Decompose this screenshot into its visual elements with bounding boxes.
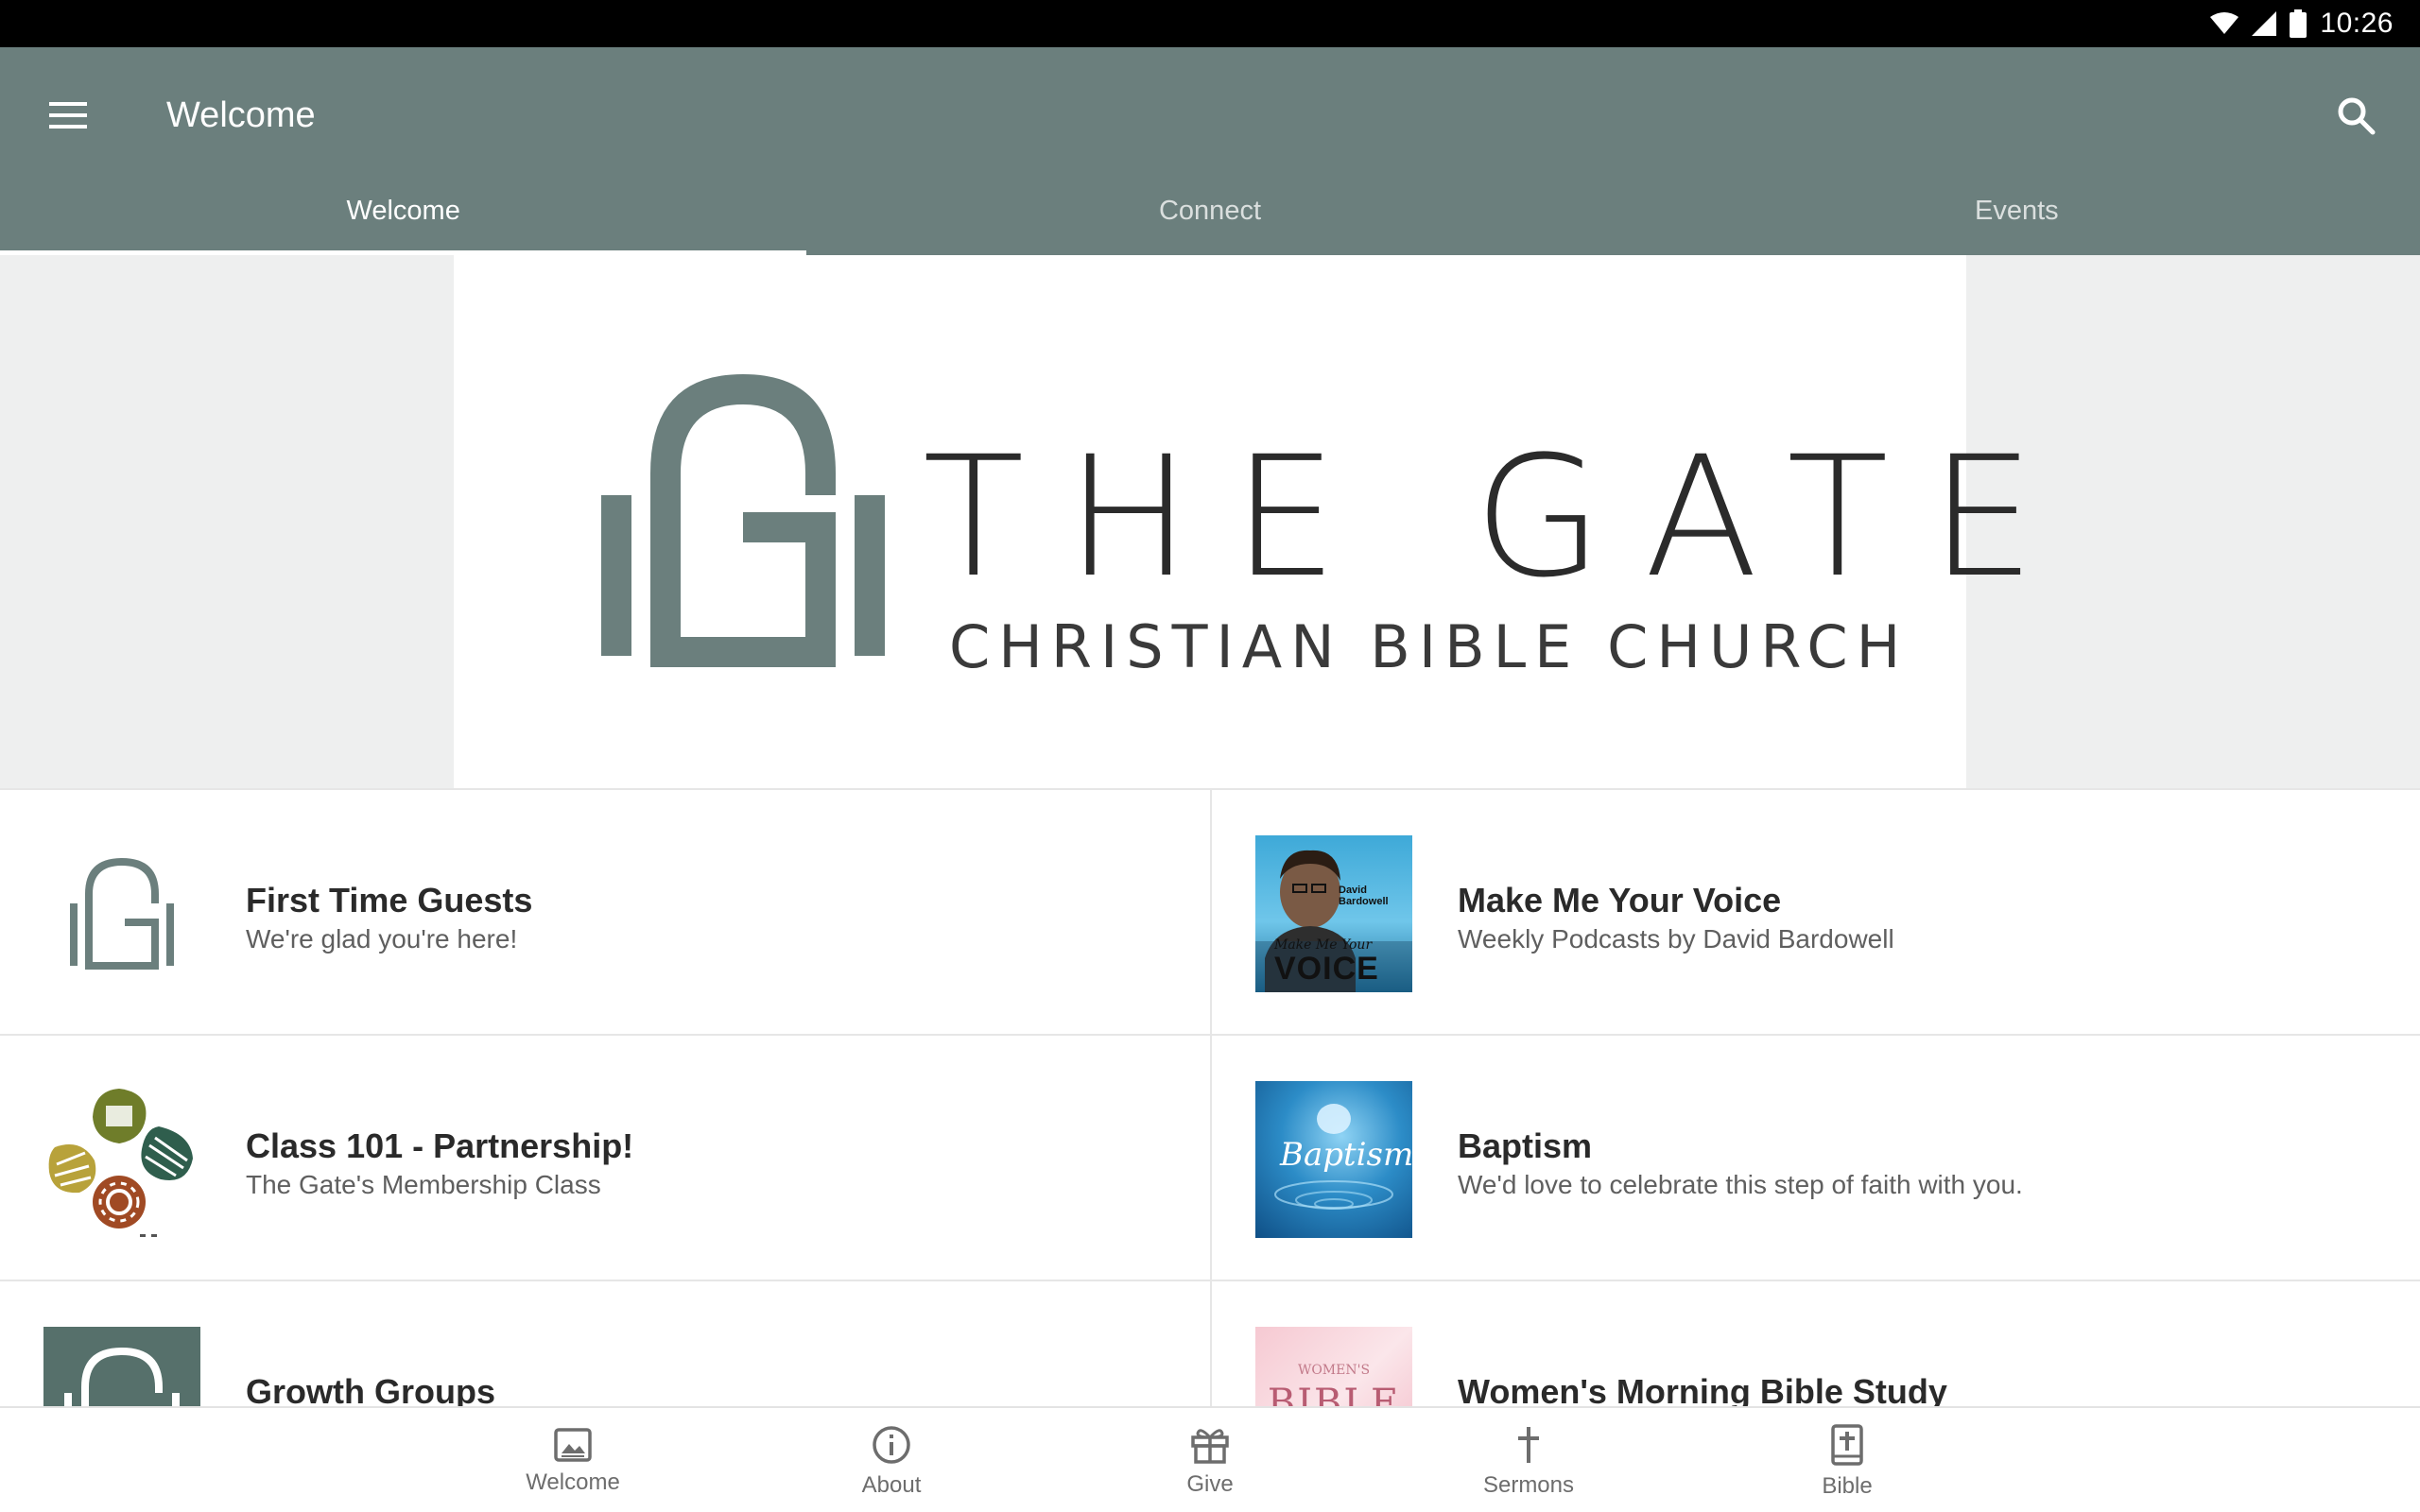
clock: 10:26: [2320, 8, 2394, 39]
gate-logo-icon: [64, 1348, 180, 1406]
class-101-logo-icon: [48, 1089, 193, 1237]
battery-icon: [2290, 9, 2308, 38]
list-item-title: Women's Morning Bible Study: [1458, 1372, 1947, 1406]
list-item-class-101[interactable]: Class 101 - Partnership! The Gate's Memb…: [0, 1036, 1210, 1281]
list-item-subtitle: The Gate's Membership Class: [246, 1170, 601, 1199]
list-item-baptism[interactable]: Baptism Baptism We'd love to celebrate t…: [1210, 1036, 2420, 1281]
womens-bible-thumbnail: WOMEN'S BIBLE: [1255, 1327, 1412, 1406]
gift-icon: [1191, 1429, 1229, 1464]
womens-cover-big-text: BIBLE: [1267, 1382, 1401, 1406]
church-logo: THE GATE CHRISTIAN BIBLE CHURCH: [454, 255, 2035, 788]
nav-give[interactable]: Give: [1051, 1408, 1370, 1512]
image-icon: [554, 1428, 592, 1462]
list-item-title: Growth Groups: [246, 1372, 495, 1406]
list-item-growth-groups[interactable]: Growth Groups: [0, 1281, 1210, 1406]
status-bar: 10:26: [0, 0, 2420, 47]
tab-welcome[interactable]: Welcome: [0, 180, 807, 255]
nav-welcome[interactable]: Welcome: [414, 1408, 733, 1512]
growth-groups-thumbnail: [43, 1327, 200, 1406]
nav-label: Sermons: [1482, 1472, 1575, 1498]
page-title: Welcome: [166, 95, 316, 135]
podcast-author-text: David Bardowell: [1339, 885, 1389, 907]
podcast-cover-thumbnail: David Bardowell Make Me Your VOICE: [1255, 835, 1412, 992]
list-item-subtitle: We're glad you're here!: [246, 924, 518, 954]
app-bar: Welcome Welcome Connect Events: [0, 47, 2420, 255]
gate-logo-icon: [70, 858, 174, 970]
bottom-navigation: Welcome About Give Sermons Bible: [0, 1406, 2420, 1512]
nav-about[interactable]: About: [733, 1408, 1051, 1512]
wifi-icon: [2210, 12, 2239, 34]
logo-subline: CHRISTIAN BIBLE CHURCH: [949, 612, 1910, 681]
cross-icon: [1518, 1427, 1539, 1463]
baptism-cover-thumbnail: Baptism: [1255, 1081, 1412, 1238]
nav-label: Welcome: [526, 1469, 620, 1495]
list-item-subtitle: Weekly Podcasts by David Bardowell: [1458, 924, 1894, 954]
list-item-title: Baptism: [1458, 1126, 1593, 1165]
content-grid: First Time Guests We're glad you're here…: [0, 788, 2420, 1406]
nav-label: About: [861, 1472, 922, 1498]
header-banner: THE GATE CHRISTIAN BIBLE CHURCH: [0, 255, 2420, 788]
gate-logo-icon: [601, 374, 885, 667]
list-item-make-me-your-voice[interactable]: David Bardowell Make Me Your VOICE Make …: [1210, 790, 2420, 1036]
list-item-title: First Time Guests: [246, 881, 533, 919]
search-button[interactable]: [2325, 85, 2386, 146]
baptism-script-text: Baptism: [1280, 1136, 1412, 1174]
list-item-subtitle: We'd love to celebrate this step of fait…: [1458, 1170, 2023, 1199]
gate-logo-thumbnail: [43, 835, 200, 992]
nav-sermons[interactable]: Sermons: [1370, 1408, 1688, 1512]
search-icon: [2338, 97, 2376, 135]
class-101-thumbnail: [43, 1081, 200, 1238]
tab-bar: Welcome Connect Events: [0, 180, 2420, 255]
list-item-title: Make Me Your Voice: [1458, 881, 1782, 919]
tab-connect[interactable]: Connect: [806, 180, 1613, 255]
info-icon: [873, 1426, 910, 1464]
list-item-first-time-guests[interactable]: First Time Guests We're glad you're here…: [0, 790, 1210, 1036]
logo-wordmark: THE GATE: [923, 421, 2077, 614]
list-item-womens-bible-study[interactable]: WOMEN'S BIBLE Women's Morning Bible Stud…: [1210, 1281, 2420, 1406]
podcast-voice-text: VOICE: [1274, 951, 1379, 987]
list-item-title: Class 101 - Partnership!: [246, 1126, 634, 1165]
cell-signal-icon: [2252, 11, 2277, 36]
nav-label: Give: [1186, 1471, 1234, 1497]
bible-icon: [1831, 1424, 1863, 1466]
womens-cover-small-text: WOMEN'S: [1297, 1363, 1371, 1378]
menu-button[interactable]: [42, 89, 95, 142]
tab-events[interactable]: Events: [1614, 180, 2420, 255]
nav-bible[interactable]: Bible: [1688, 1408, 2007, 1512]
nav-label: Bible: [1822, 1473, 1873, 1499]
hamburger-menu-icon: [49, 102, 87, 129]
